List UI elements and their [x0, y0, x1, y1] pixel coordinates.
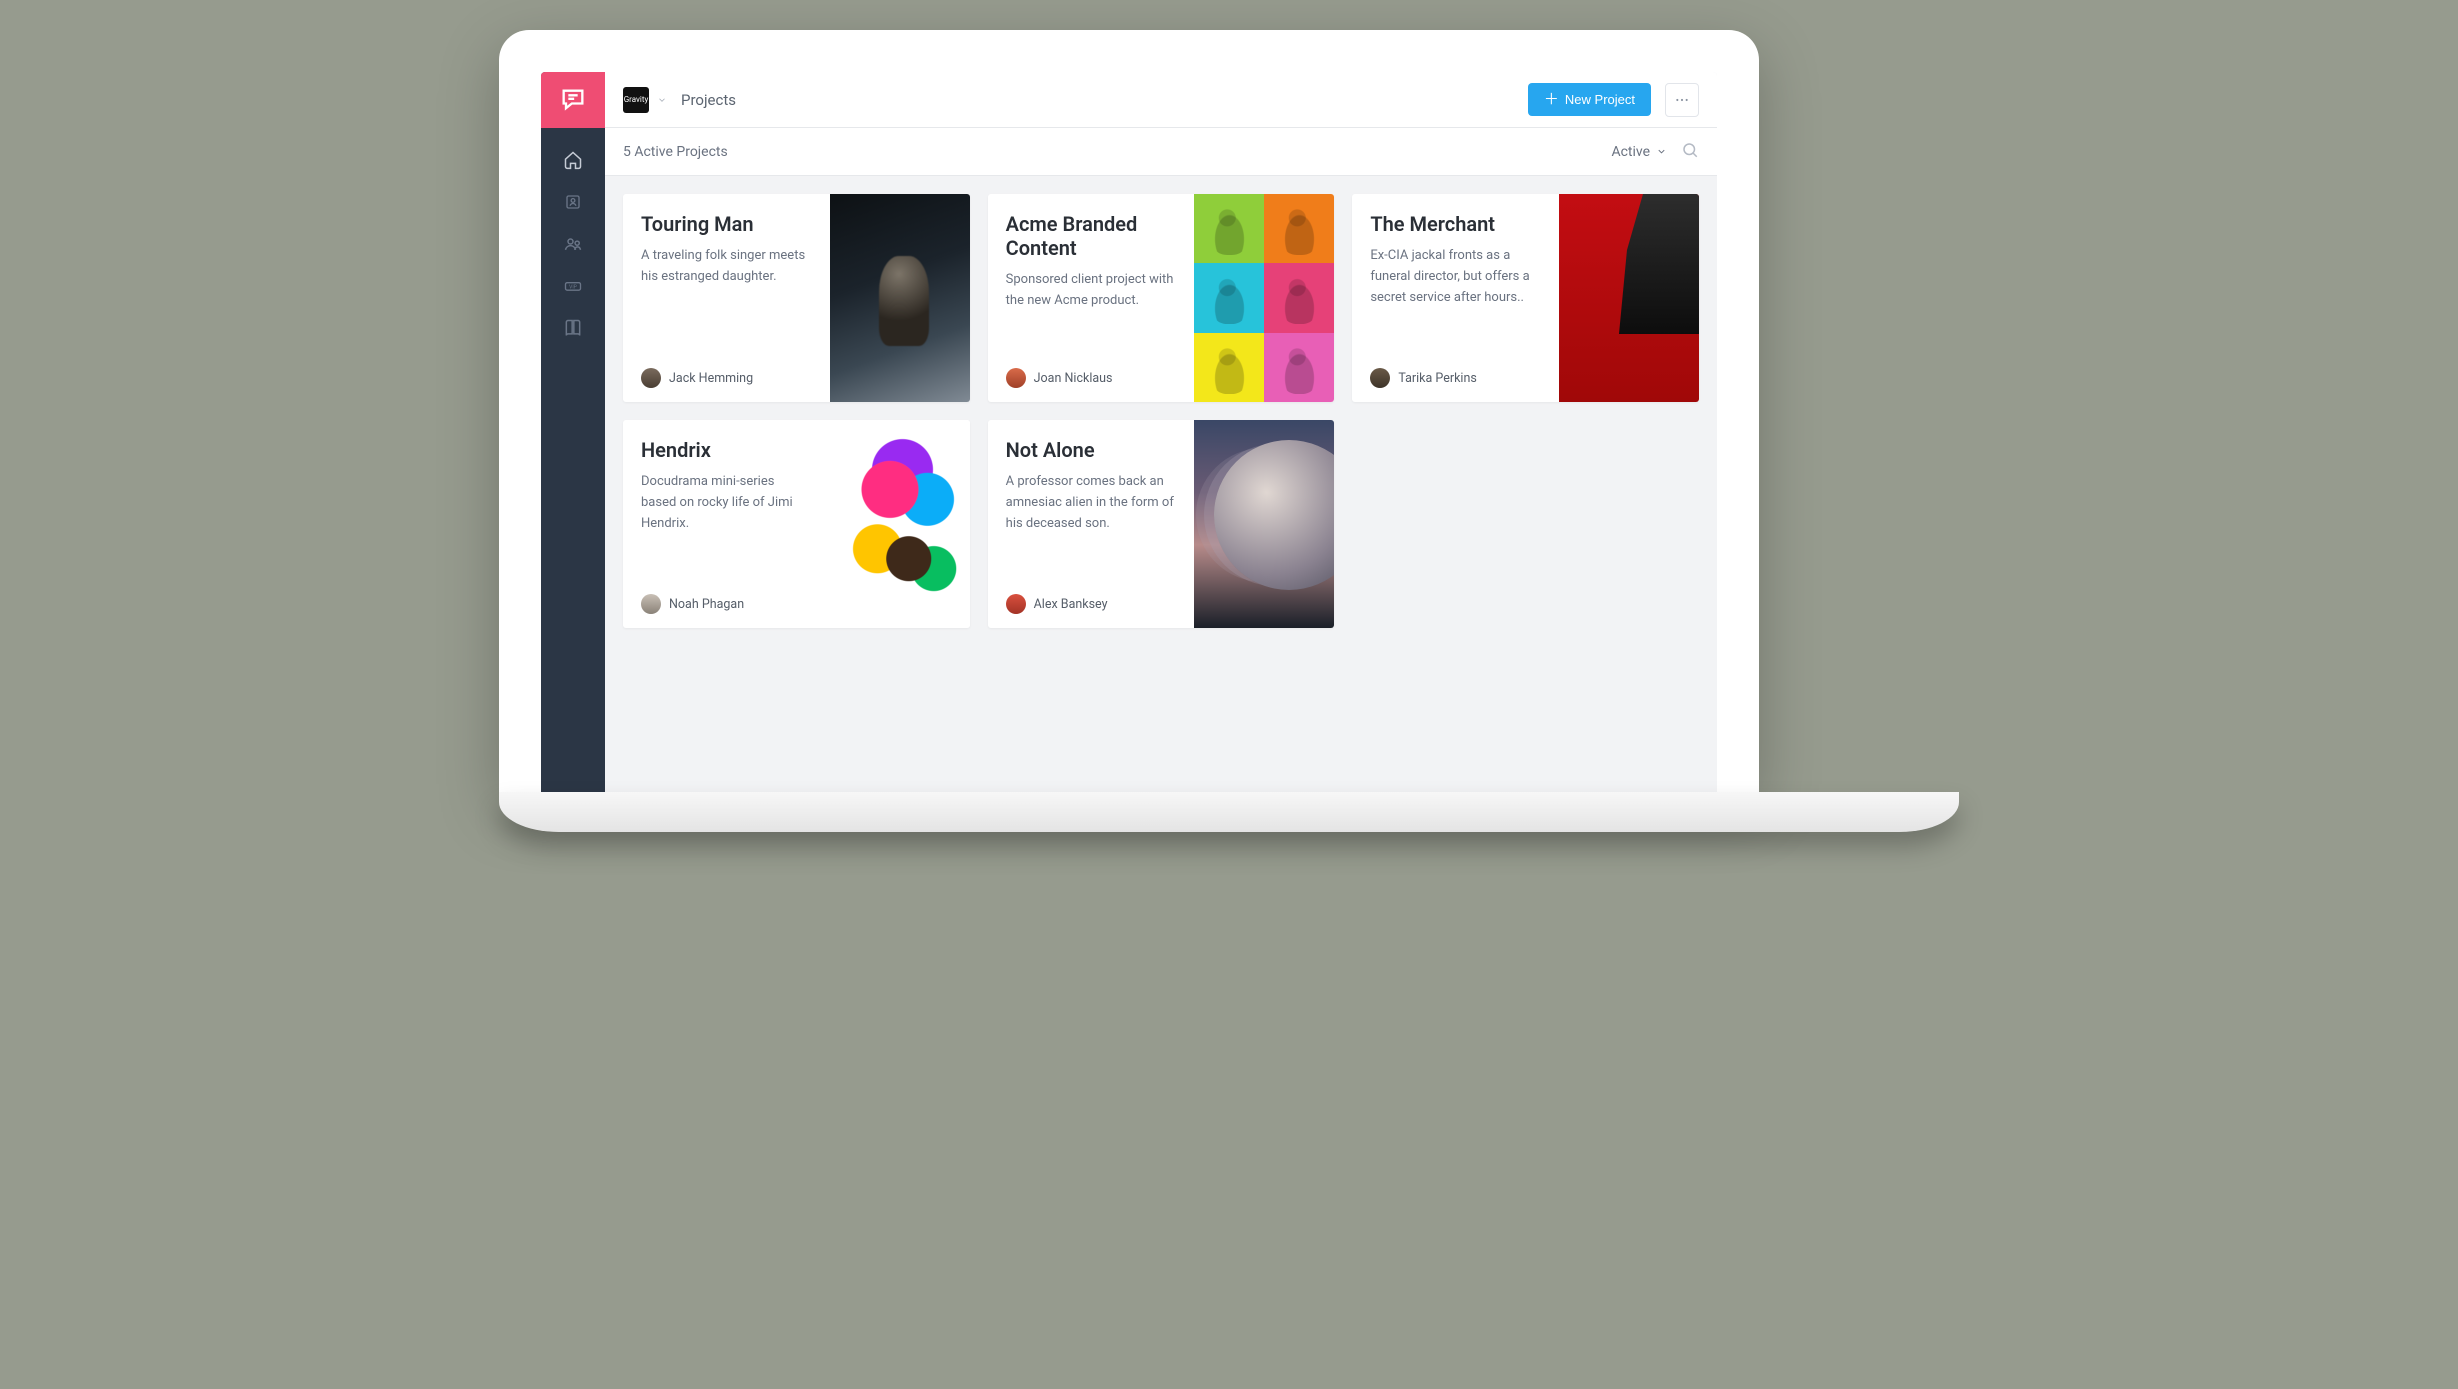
- sidebar-nav: VIP: [563, 128, 583, 338]
- main-area: Gravity Projects ＋ New Project 5 Active …: [605, 72, 1717, 792]
- avatar: [1006, 368, 1026, 388]
- chevron-down-icon: [1656, 146, 1667, 157]
- status-filter[interactable]: Active: [1611, 144, 1667, 160]
- project-description: Ex-CIA jackal fronts as a funeral direct…: [1370, 246, 1541, 368]
- project-card[interactable]: Hendrix Docudrama mini-series based on r…: [623, 420, 970, 628]
- author-name: Tarika Perkins: [1398, 371, 1476, 386]
- nav-team[interactable]: [563, 234, 583, 254]
- project-description: A professor comes back an amnesiac alien…: [1006, 472, 1177, 594]
- chat-icon: [559, 86, 587, 114]
- avatar: [641, 368, 661, 388]
- app-screen: VIP Gravity Projects ＋ New Project: [541, 72, 1717, 792]
- sidebar: VIP: [541, 72, 605, 792]
- nav-vip[interactable]: VIP: [563, 276, 583, 296]
- project-author: Noah Phagan: [641, 594, 812, 614]
- project-description: Sponsored client project with the new Ac…: [1006, 270, 1177, 368]
- laptop-frame: VIP Gravity Projects ＋ New Project: [499, 30, 1759, 792]
- project-author: Alex Banksey: [1006, 594, 1177, 614]
- project-author: Tarika Perkins: [1370, 368, 1541, 388]
- home-icon: [563, 150, 583, 170]
- author-name: Noah Phagan: [669, 597, 744, 612]
- workspace-switcher[interactable]: Gravity: [623, 87, 649, 113]
- search-icon: [1681, 141, 1699, 159]
- project-card[interactable]: Acme Branded Content Sponsored client pr…: [988, 194, 1335, 402]
- project-title: Hendrix: [641, 438, 812, 462]
- nav-contacts[interactable]: [563, 192, 583, 212]
- chevron-down-icon[interactable]: [657, 90, 667, 109]
- author-name: Jack Hemming: [669, 371, 753, 386]
- project-thumbnail: [1194, 420, 1334, 628]
- address-card-icon: [564, 193, 582, 211]
- project-title: Touring Man: [641, 212, 812, 236]
- author-name: Joan Nicklaus: [1034, 371, 1113, 386]
- new-project-label: New Project: [1565, 92, 1635, 107]
- app-logo[interactable]: [541, 72, 605, 128]
- nav-home[interactable]: [563, 150, 583, 170]
- more-menu-button[interactable]: [1665, 83, 1699, 117]
- project-thumbnail: [830, 420, 970, 628]
- project-description: A traveling folk singer meets his estran…: [641, 246, 812, 368]
- project-title: Not Alone: [1006, 438, 1177, 462]
- project-author: Jack Hemming: [641, 368, 812, 388]
- people-icon: [563, 234, 583, 254]
- project-count-label: 5 Active Projects: [623, 144, 728, 160]
- avatar: [1006, 594, 1026, 614]
- laptop-base: [499, 792, 1959, 832]
- book-icon: [563, 318, 583, 338]
- nav-library[interactable]: [563, 318, 583, 338]
- project-card[interactable]: Touring Man A traveling folk singer meet…: [623, 194, 970, 402]
- project-card[interactable]: Not Alone A professor comes back an amne…: [988, 420, 1335, 628]
- breadcrumb: Projects: [681, 91, 736, 109]
- project-description: Docudrama mini-series based on rocky lif…: [641, 472, 812, 594]
- avatar: [1370, 368, 1390, 388]
- search-button[interactable]: [1681, 141, 1699, 163]
- author-name: Alex Banksey: [1034, 597, 1108, 612]
- project-card[interactable]: The Merchant Ex-CIA jackal fronts as a f…: [1352, 194, 1699, 402]
- project-title: Acme Branded Content: [1006, 212, 1177, 260]
- new-project-button[interactable]: ＋ New Project: [1528, 83, 1651, 116]
- project-thumbnail: [1559, 194, 1699, 402]
- projects-grid: Touring Man A traveling folk singer meet…: [605, 176, 1717, 646]
- project-thumbnail: [830, 194, 970, 402]
- ellipsis-icon: [1674, 92, 1690, 108]
- topbar: Gravity Projects ＋ New Project: [605, 72, 1717, 128]
- vip-badge-icon: VIP: [563, 276, 583, 296]
- status-filter-label: Active: [1611, 144, 1650, 160]
- project-thumbnail: [1194, 194, 1334, 402]
- svg-text:VIP: VIP: [569, 285, 577, 291]
- project-title: The Merchant: [1370, 212, 1541, 236]
- avatar: [641, 594, 661, 614]
- subbar: 5 Active Projects Active: [605, 128, 1717, 176]
- project-author: Joan Nicklaus: [1006, 368, 1177, 388]
